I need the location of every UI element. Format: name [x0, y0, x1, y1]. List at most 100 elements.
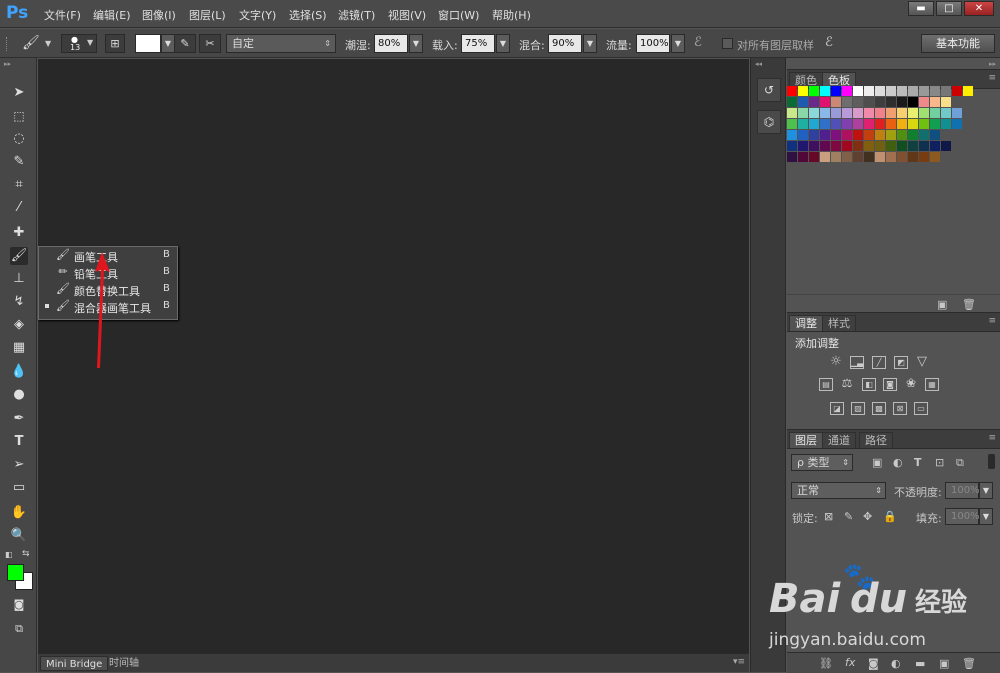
- color-swatch[interactable]: [787, 141, 797, 151]
- brush-panel-toggle-icon[interactable]: ⊞: [105, 34, 125, 53]
- color-swatch[interactable]: [842, 108, 852, 118]
- color-swatch[interactable]: [853, 108, 863, 118]
- color-swatch[interactable]: [853, 86, 863, 96]
- sample-all-checkbox[interactable]: [722, 38, 733, 49]
- color-swatch[interactable]: [886, 130, 896, 140]
- color-swatch[interactable]: [930, 86, 940, 96]
- threshold-icon[interactable]: ▩: [872, 402, 886, 415]
- color-swatch[interactable]: [919, 86, 929, 96]
- color-swatch[interactable]: [809, 141, 819, 151]
- color-swatch[interactable]: [897, 97, 907, 107]
- menu-file[interactable]: 文件(F): [44, 7, 81, 23]
- color-swatch[interactable]: [930, 119, 940, 129]
- color-swatch[interactable]: [897, 86, 907, 96]
- color-swatch[interactable]: [842, 97, 852, 107]
- adjustment-layer-icon[interactable]: ◐: [891, 657, 901, 670]
- menu-image[interactable]: 图像(I): [142, 7, 176, 23]
- color-swatch[interactable]: [842, 152, 852, 162]
- pixel-filter-icon[interactable]: ▣: [872, 456, 882, 469]
- color-swatch[interactable]: [820, 141, 830, 151]
- color-swatch[interactable]: [787, 97, 797, 107]
- black-white-icon[interactable]: ◧: [862, 378, 876, 391]
- color-swatch[interactable]: [798, 86, 808, 96]
- vibrance-icon[interactable]: ▽: [915, 355, 929, 369]
- color-swatch[interactable]: [853, 97, 863, 107]
- color-swatch[interactable]: [919, 119, 929, 129]
- menu-select[interactable]: 选择(S): [289, 7, 327, 23]
- clean-brush-icon[interactable]: ✂: [199, 34, 221, 53]
- new-swatch-icon[interactable]: ▣: [937, 298, 947, 311]
- color-swatch[interactable]: [886, 97, 896, 107]
- quick-mask-icon[interactable]: ◙: [10, 596, 28, 614]
- color-swatch[interactable]: [897, 152, 907, 162]
- close-button[interactable]: ✕: [964, 1, 994, 16]
- new-layer-icon[interactable]: ▣: [939, 657, 949, 670]
- posterize-icon[interactable]: ▨: [851, 402, 865, 415]
- color-swatch[interactable]: [853, 141, 863, 151]
- color-swatch[interactable]: [853, 152, 863, 162]
- color-swatch[interactable]: [919, 97, 929, 107]
- tab-paths[interactable]: 路径: [859, 432, 893, 448]
- color-swatch[interactable]: [908, 130, 918, 140]
- color-swatch[interactable]: [886, 86, 896, 96]
- hue-saturation-icon[interactable]: ▤: [819, 378, 833, 391]
- gradient-tool-icon[interactable]: ▦: [10, 339, 28, 357]
- color-swatch[interactable]: [809, 130, 819, 140]
- smart-object-filter-icon[interactable]: ⧉: [956, 456, 964, 470]
- swatch-grid[interactable]: [787, 86, 987, 176]
- color-swatch[interactable]: [798, 108, 808, 118]
- color-swatch[interactable]: [930, 152, 940, 162]
- invert-icon[interactable]: ◪: [830, 402, 844, 415]
- hand-tool-icon[interactable]: ✋: [10, 504, 28, 522]
- color-swatch[interactable]: [798, 119, 808, 129]
- panel-menu-icon[interactable]: ≡: [988, 433, 996, 443]
- color-swatch[interactable]: [798, 141, 808, 151]
- collapse-icon[interactable]: ▸▸: [4, 60, 11, 68]
- expand-icon[interactable]: ▸▸: [989, 60, 996, 68]
- color-swatch[interactable]: [886, 108, 896, 118]
- color-swatch[interactable]: [831, 130, 841, 140]
- brush-tool-icon[interactable]: 🖌: [10, 247, 28, 265]
- preset-select[interactable]: 自定 ⇕: [226, 34, 336, 53]
- wetness-input[interactable]: 80%: [374, 34, 408, 53]
- color-swatch[interactable]: [908, 152, 918, 162]
- filter-kind-select[interactable]: ρ 类型 ⇕: [791, 454, 853, 471]
- color-swatch[interactable]: [952, 108, 962, 118]
- color-lookup-icon[interactable]: ▦: [925, 378, 939, 391]
- quick-selection-tool-icon[interactable]: ✎: [10, 153, 28, 171]
- color-swatch[interactable]: [875, 130, 885, 140]
- trash-icon[interactable]: 🗑: [962, 657, 976, 670]
- color-swatch[interactable]: [919, 108, 929, 118]
- color-swatch[interactable]: [908, 97, 918, 107]
- color-swatch[interactable]: [787, 86, 797, 96]
- color-swatch[interactable]: [831, 108, 841, 118]
- zoom-tool-icon[interactable]: 🔍: [10, 527, 28, 545]
- chevron-down-icon[interactable]: ▼: [671, 34, 685, 53]
- color-swatch[interactable]: [820, 152, 830, 162]
- color-swatch[interactable]: [787, 108, 797, 118]
- color-swatch[interactable]: [831, 152, 841, 162]
- color-swatch[interactable]: [820, 108, 830, 118]
- menu-help[interactable]: 帮助(H): [492, 7, 531, 23]
- stamp-tool-icon[interactable]: ⊥: [10, 270, 28, 288]
- dodge-tool-icon[interactable]: ●: [10, 386, 28, 404]
- blend-mode-select[interactable]: 正常 ⇕: [791, 482, 886, 499]
- brush-size-picker[interactable]: ● 13 ▼: [61, 34, 97, 53]
- menu-filter[interactable]: 滤镜(T): [338, 7, 375, 23]
- color-swatch[interactable]: [809, 86, 819, 96]
- move-tool-icon[interactable]: ➤: [10, 84, 28, 102]
- photo-filter-icon[interactable]: ◙: [883, 378, 897, 391]
- color-swatch[interactable]: [809, 108, 819, 118]
- minimize-button[interactable]: ▬: [908, 1, 934, 16]
- crop-tool-icon[interactable]: ⌗: [10, 176, 28, 194]
- color-swatch[interactable]: [798, 97, 808, 107]
- color-swatch[interactable]: [919, 130, 929, 140]
- maximize-button[interactable]: □: [936, 1, 962, 16]
- workspace-switcher[interactable]: 基本功能: [921, 34, 995, 53]
- opacity-input[interactable]: 100%: [945, 482, 980, 499]
- link-icon[interactable]: ⛓: [819, 657, 833, 670]
- adjustment-filter-icon[interactable]: ◐: [893, 456, 903, 469]
- gradient-map-icon[interactable]: ▭: [914, 402, 928, 415]
- color-swatch[interactable]: [963, 86, 973, 96]
- shape-filter-icon[interactable]: ⊡: [935, 456, 944, 469]
